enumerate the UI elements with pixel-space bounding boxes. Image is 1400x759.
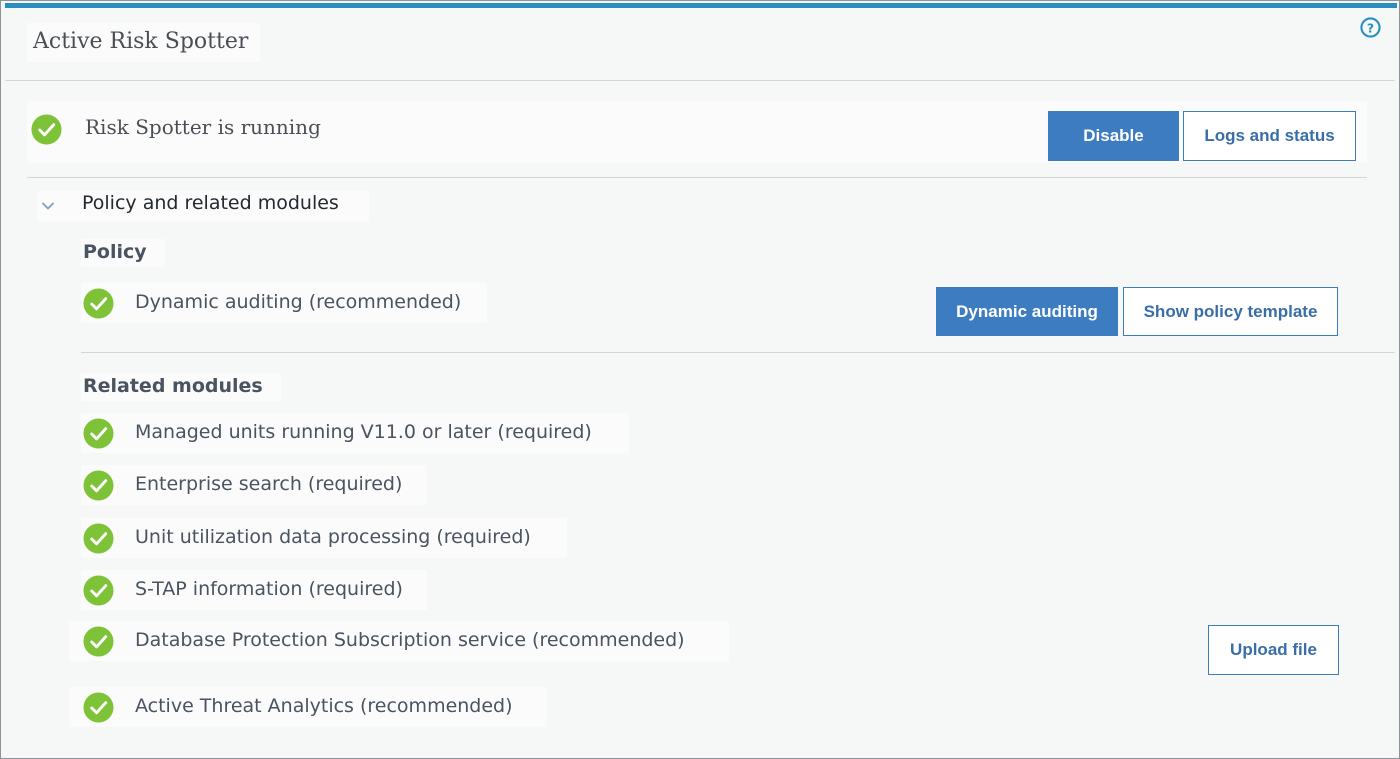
policy-item-label: Dynamic auditing (recommended) [135,291,462,313]
chevron-down-icon [42,202,54,210]
list-item: Active Threat Analytics (recommended) [69,687,547,727]
logs-and-status-button[interactable]: Logs and status [1183,111,1356,161]
disable-button[interactable]: Disable [1048,111,1179,161]
related-modules-heading: Related modules [81,373,281,401]
status-text: Risk Spotter is running [85,115,321,139]
accent-bar [5,3,1397,8]
module-label: Active Threat Analytics (recommended) [135,695,513,717]
check-circle-icon [83,523,114,554]
module-label: Database Protection Subscription service… [135,629,685,651]
list-item: S-TAP information (required) [81,570,427,610]
section-toggle-label: Policy and related modules [82,192,339,214]
module-label: Unit utilization data processing (requir… [135,526,531,548]
list-item: Enterprise search (required) [81,465,427,505]
module-label: Enterprise search (required) [135,473,403,495]
svg-text:?: ? [1367,20,1374,35]
check-circle-icon [83,470,114,501]
policy-item: Dynamic auditing (recommended) [81,283,487,323]
module-label: Managed units running V11.0 or later (re… [135,421,592,443]
upload-file-button[interactable]: Upload file [1208,625,1339,675]
module-label: S-TAP information (required) [135,578,403,600]
title-divider [5,80,1395,81]
check-circle-icon [83,575,114,606]
list-item: Database Protection Subscription service… [69,621,729,661]
check-circle-icon [83,288,114,319]
page-title: Active Risk Spotter [27,23,261,62]
list-item: Unit utilization data processing (requir… [81,518,567,558]
help-circle-icon[interactable]: ? [1360,17,1381,38]
check-circle-icon [83,626,114,657]
status-divider [27,177,1367,178]
list-item: Managed units running V11.0 or later (re… [81,413,629,453]
show-policy-template-button[interactable]: Show policy template [1123,287,1338,336]
check-circle-icon [83,692,114,723]
check-circle-icon [31,114,62,145]
dynamic-auditing-button[interactable]: Dynamic auditing [936,287,1118,336]
check-circle-icon [83,418,114,449]
section-toggle-policy-modules[interactable]: Policy and related modules [37,191,369,221]
policy-heading: Policy [81,239,165,267]
policy-divider [81,352,1395,353]
app-window: ? Active Risk Spotter Risk Spotter is ru… [0,0,1400,759]
